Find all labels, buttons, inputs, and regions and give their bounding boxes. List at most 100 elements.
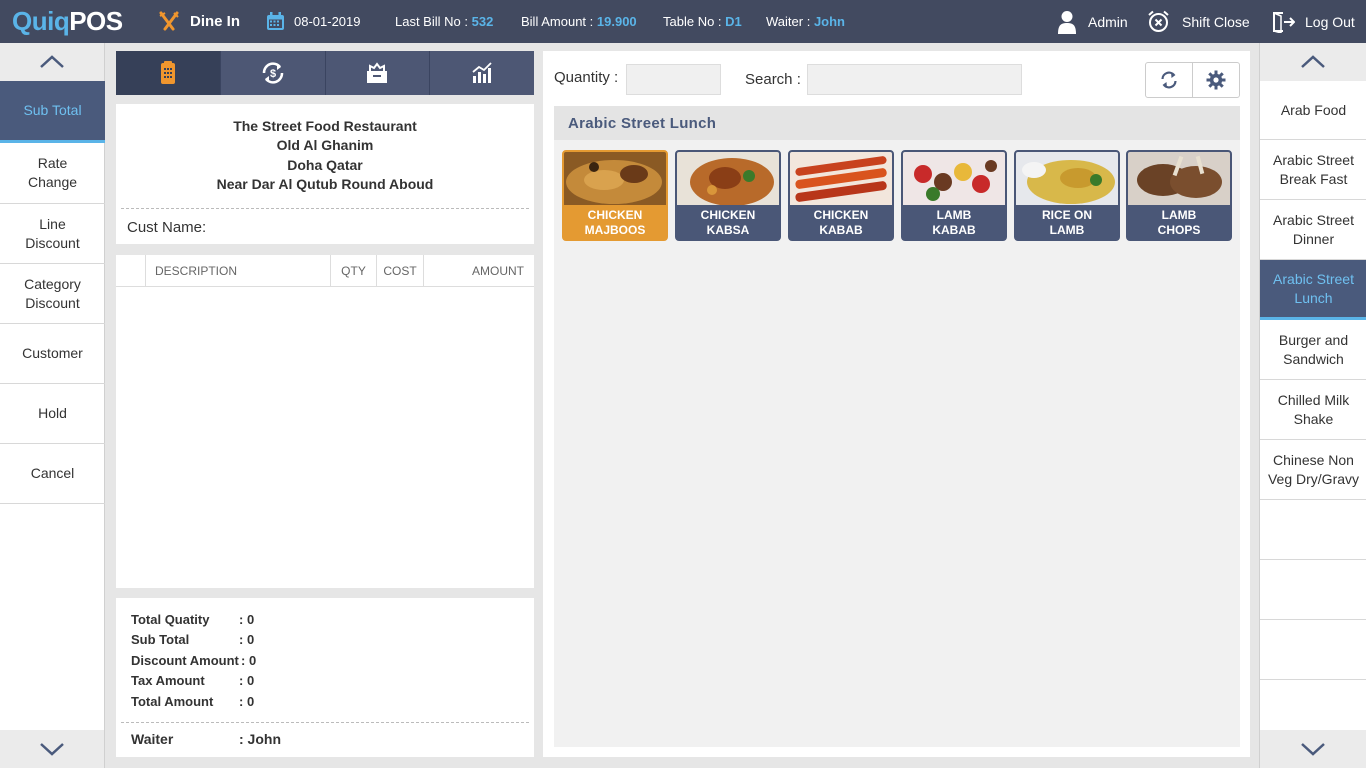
tab-bill[interactable] [116, 51, 221, 95]
rate-change-label: Rate Change [27, 155, 78, 190]
menu-item-name: LAMB CHOPS [1157, 208, 1201, 237]
menu-item-chicken-majboos[interactable]: CHICKEN MAJBOOS [562, 150, 668, 241]
menu-panel: Quantity : Search : Arabic Street Lunch … [543, 51, 1250, 757]
total-amount-row: Total Amount: 0 [131, 694, 521, 712]
menu-item-lamb-kabab[interactable]: LAMB KABAB [901, 150, 1007, 241]
user-menu[interactable]: Admin [1058, 0, 1128, 43]
tax-value: : 0 [239, 673, 255, 688]
category-scroll-up-button[interactable] [1260, 43, 1366, 81]
table-number: Table No : D1 [663, 0, 742, 43]
rate-change-button[interactable]: Rate Change [0, 143, 105, 204]
menu-items-area: Arabic Street Lunch CHICKEN MAJBOOS CHICK… [554, 106, 1240, 747]
date-text: 08-01-2019 [294, 14, 361, 29]
bill-amount: Bill Amount : 19.900 [521, 0, 637, 43]
logout-label: Log Out [1305, 13, 1355, 30]
bill-amount-value: 19.900 [596, 14, 637, 29]
category-label: Arabic Street Dinner [1273, 211, 1354, 247]
scroll-up-button[interactable] [0, 43, 104, 81]
category-label: Arabic Street Lunch [1273, 270, 1354, 306]
last-bill: Last Bill No : 532 [395, 0, 493, 43]
menu-item-name: RICE ON LAMB [1041, 208, 1092, 237]
fork-knife-icon [158, 11, 180, 33]
total-amount-value: : 0 [239, 694, 255, 709]
total-quantity-value: : 0 [239, 612, 255, 627]
tab-refund[interactable]: $ [221, 51, 326, 95]
category-arabic-street-dinner[interactable]: Arabic Street Dinner [1260, 200, 1366, 260]
logout-button[interactable]: Log Out [1272, 0, 1355, 43]
category-discount-button[interactable]: Category Discount [0, 264, 105, 324]
tab-cash-drawer[interactable] [326, 51, 431, 95]
sub-total-button[interactable]: Sub Total [0, 81, 105, 143]
menu-item-rice-on-lamb[interactable]: RICE ON LAMB [1014, 150, 1120, 241]
quantity-input[interactable] [626, 64, 721, 95]
category-arab-food[interactable]: Arab Food [1260, 81, 1366, 140]
chevron-up-icon [1301, 55, 1325, 68]
user-name: Admin [1088, 13, 1128, 30]
category-label: Arabic Street Break Fast [1273, 151, 1354, 187]
category-scroll-down-button[interactable] [1260, 730, 1366, 768]
discount-label: Discount Amount [131, 653, 239, 668]
hold-button[interactable]: Hold [0, 384, 105, 444]
waiter-display: Waiter : John [766, 0, 845, 43]
category-burger-and-sandwich[interactable]: Burger and Sandwich [1260, 320, 1366, 380]
column-select [116, 255, 145, 287]
customer-button[interactable]: Customer [0, 324, 105, 384]
left-action-menu: Sub Total Rate Change Line Discount Cate… [0, 43, 105, 768]
total-quantity-label: Total Quatity [131, 612, 210, 627]
tab-reports[interactable] [430, 51, 534, 95]
food-image [1128, 152, 1230, 205]
menu-item-name: CHICKEN KABSA [700, 208, 756, 237]
date-display: 08-01-2019 [266, 0, 361, 43]
category-chinese-non-veg[interactable]: Chinese Non Veg Dry/Gravy [1260, 440, 1366, 500]
user-icon [1058, 10, 1076, 34]
column-qty: QTY [330, 255, 376, 287]
dollar-refresh-icon: $ [262, 62, 283, 84]
discount-row: Discount Amount: 0 [131, 653, 521, 671]
category-arabic-street-lunch[interactable]: Arabic Street Lunch [1260, 260, 1366, 320]
category-empty-slot[interactable] [1260, 500, 1366, 560]
shift-close-label: Shift Close [1182, 13, 1250, 30]
scroll-down-button[interactable] [0, 730, 104, 768]
waiter-value: John [813, 14, 845, 29]
sub-total-text: Sub Total [131, 632, 190, 647]
refresh-button[interactable] [1146, 63, 1193, 97]
food-image [1016, 152, 1118, 205]
menu-item-chicken-kabab[interactable]: CHICKEN KABAB [788, 150, 894, 241]
category-empty-slot[interactable] [1260, 560, 1366, 620]
search-input[interactable] [807, 64, 1022, 95]
food-image [677, 152, 779, 205]
top-bar: Quiq POS Dine In 08-01-2019 Last Bill No … [0, 0, 1366, 43]
menu-item-name: CHICKEN KABAB [813, 208, 869, 237]
menu-item-chicken-kabsa[interactable]: CHICKEN KABSA [675, 150, 781, 241]
divider [121, 208, 529, 209]
totals-panel: Total Quatity: 0 Sub Total: 0 Discount A… [116, 598, 534, 757]
category-arabic-street-break-fast[interactable]: Arabic Street Break Fast [1260, 140, 1366, 200]
divider [121, 722, 529, 723]
menu-item-lamb-chops[interactable]: LAMB CHOPS [1126, 150, 1232, 241]
tax-row: Tax Amount: 0 [131, 673, 521, 691]
last-bill-value: 532 [471, 14, 494, 29]
table-value: D1 [725, 14, 742, 29]
category-chilled-milk-shake[interactable]: Chilled Milk Shake [1260, 380, 1366, 440]
waiter-footer-label: Waiter [131, 731, 174, 747]
table-label: Table No : [663, 14, 722, 29]
settings-button[interactable] [1193, 63, 1239, 97]
sub-total-row: Sub Total: 0 [131, 632, 521, 650]
category-empty-slot[interactable] [1260, 620, 1366, 680]
dine-in-button[interactable]: Dine In [158, 0, 240, 43]
food-image [564, 152, 666, 205]
restaurant-name: The Street Food Restaurant [233, 118, 417, 134]
cancel-button[interactable]: Cancel [0, 444, 105, 504]
app-logo: Quiq POS [12, 6, 123, 36]
category-discount-label: Category Discount [24, 275, 81, 311]
discount-value: : 0 [241, 653, 257, 668]
sub-total-label: Sub Total [23, 102, 82, 118]
restaurant-address-3: Near Dar Al Qutub Round Aboud [216, 176, 434, 192]
dine-in-label: Dine In [190, 13, 241, 30]
restaurant-address-1: Old Al Ghanim [276, 137, 374, 153]
category-label: Burger and Sandwich [1278, 331, 1349, 367]
shift-close-button[interactable]: Shift Close [1147, 0, 1250, 43]
category-sidebar: Arab Food Arabic Street Break Fast Arabi… [1259, 43, 1366, 768]
receipt-header: The Street Food Restaurant Old Al Ghanim… [116, 104, 534, 244]
line-discount-button[interactable]: Line Discount [0, 204, 105, 264]
